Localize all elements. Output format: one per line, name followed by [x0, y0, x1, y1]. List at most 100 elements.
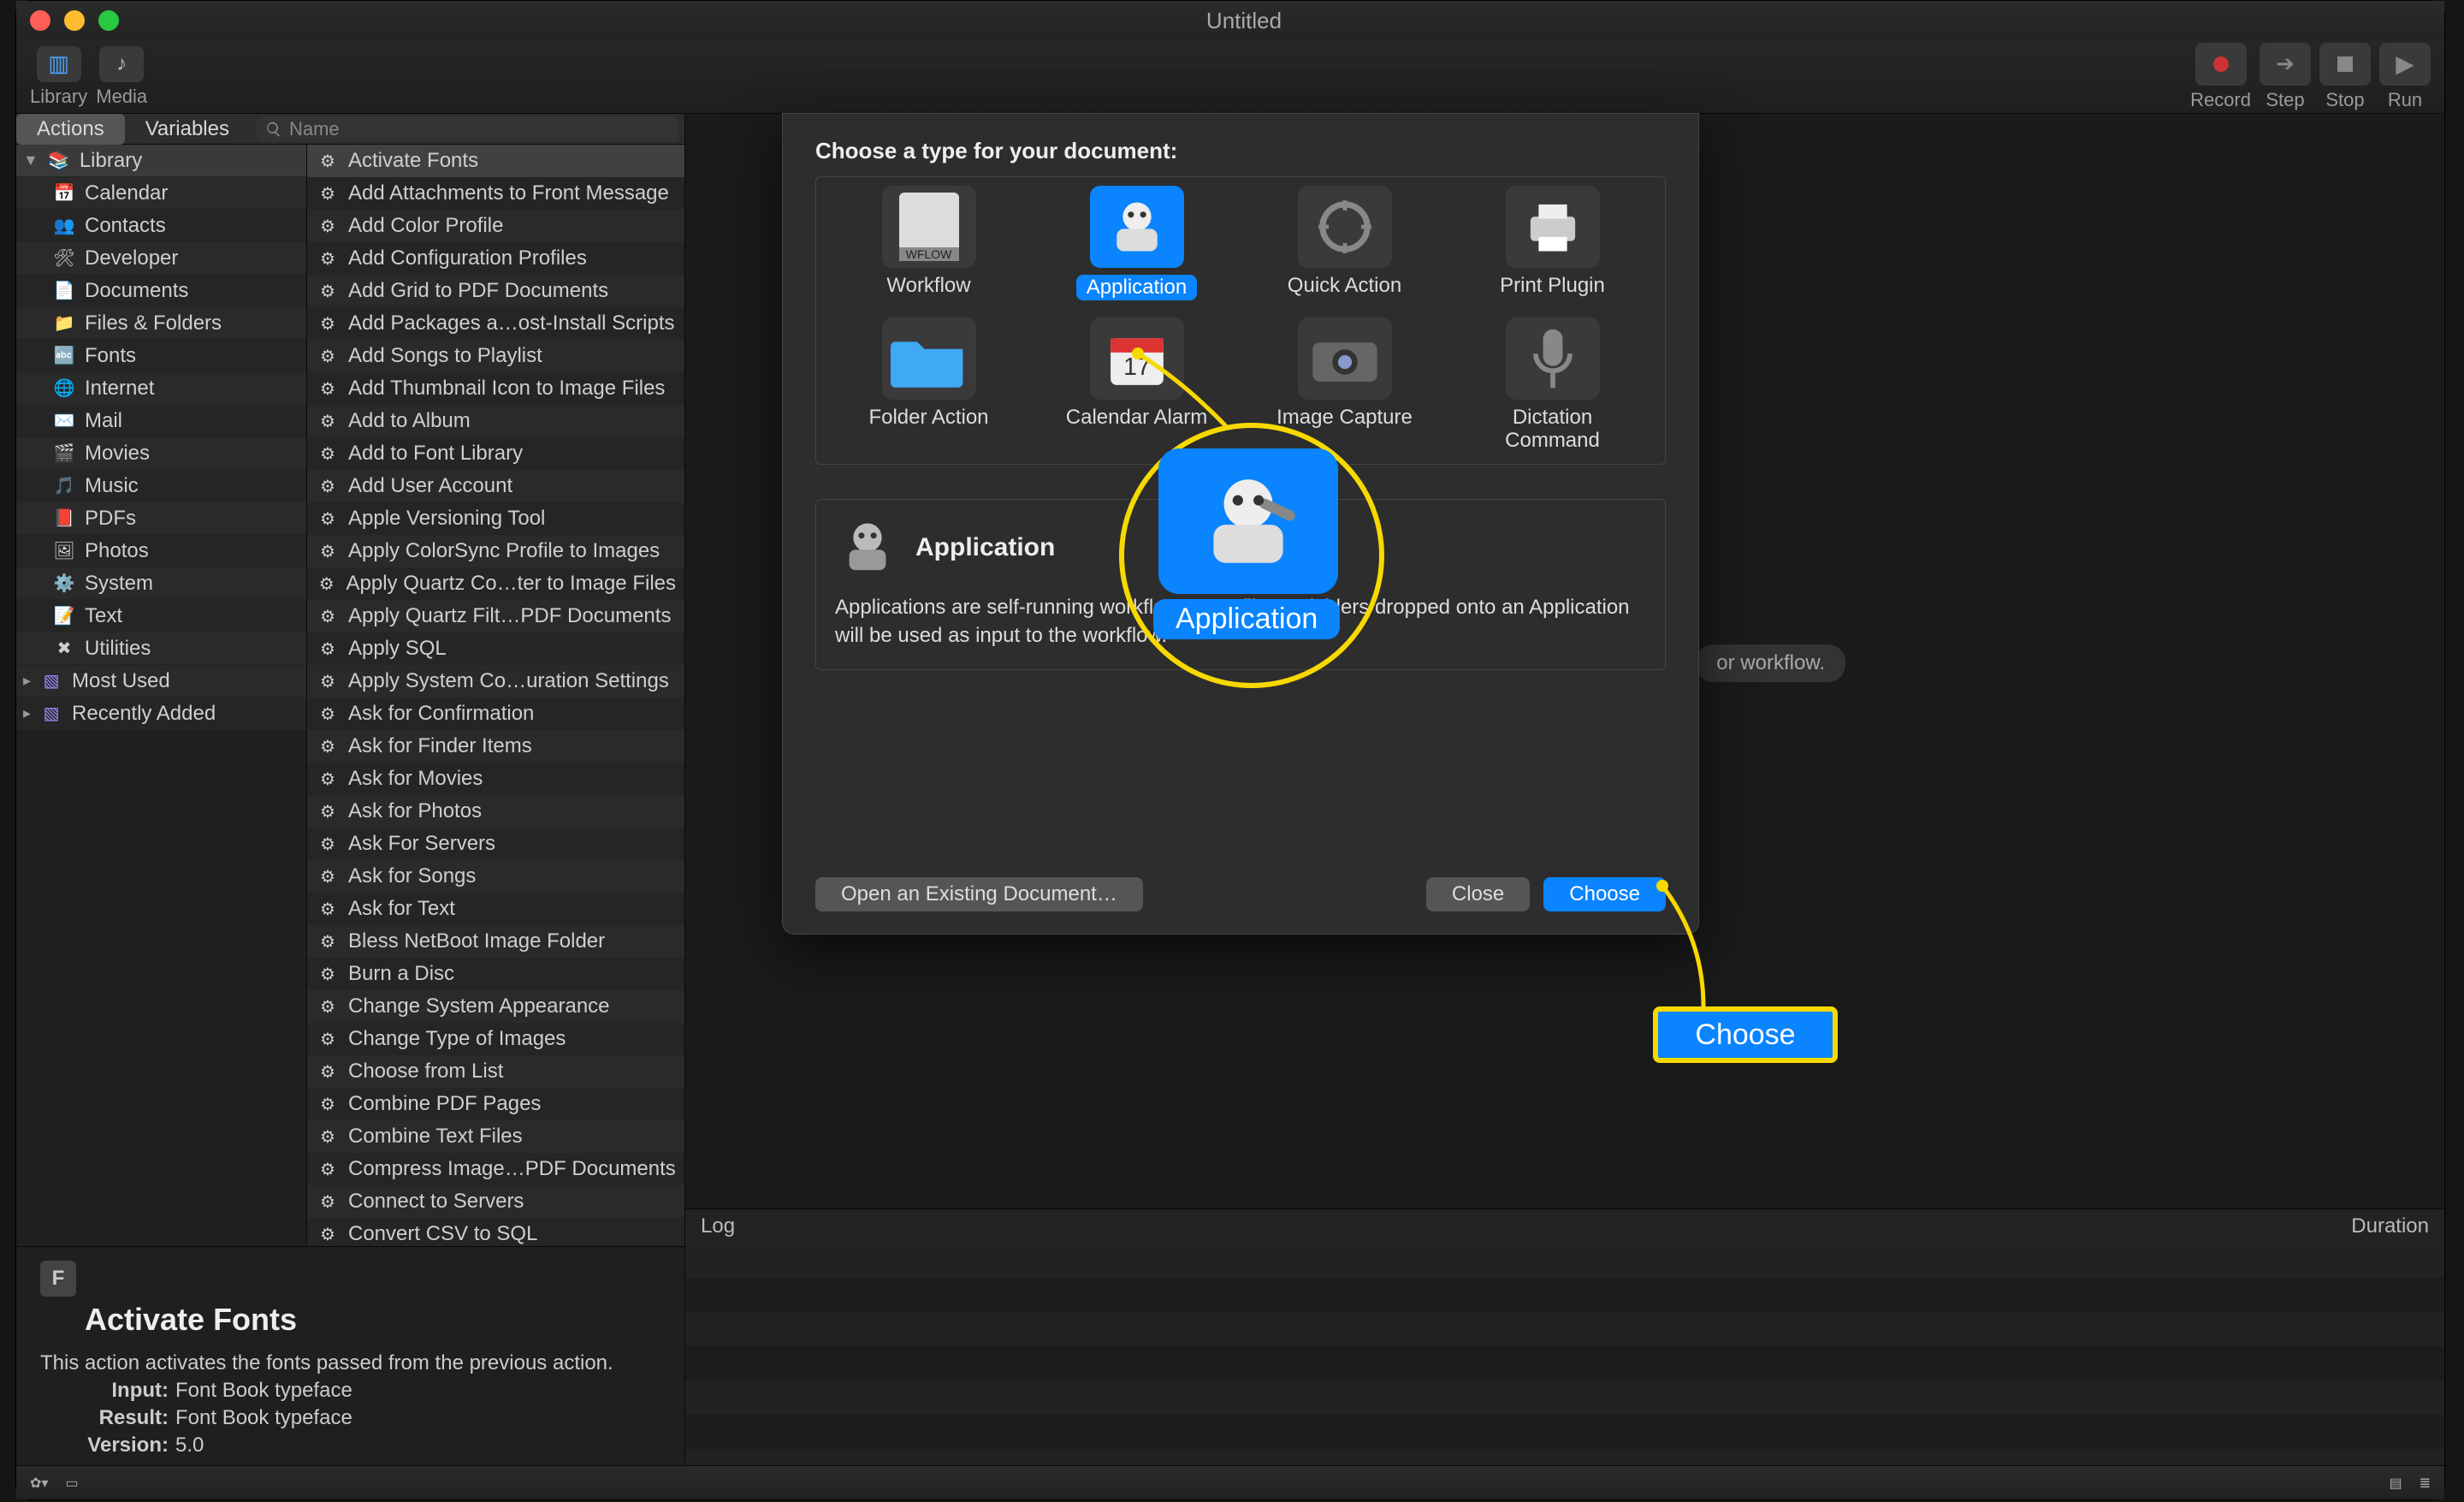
action-item[interactable]: ⚙Ask for Photos	[307, 795, 684, 828]
category-icon: ✖	[52, 638, 76, 659]
action-item[interactable]: ⚙Choose from List	[307, 1055, 684, 1088]
titlebar: Untitled	[16, 1, 2444, 40]
library-smart-item[interactable]: ▸▧Most Used	[16, 665, 306, 698]
action-icon: ⚙	[316, 736, 340, 757]
action-item[interactable]: ⚙Bless NetBoot Image Folder	[307, 925, 684, 958]
actions-list[interactable]: ⚙Activate Fonts⚙Add Attachments to Front…	[307, 145, 684, 1246]
minimize-window-button[interactable]	[64, 10, 85, 31]
doc-type-label: Dictation Command	[1505, 407, 1600, 452]
library-item[interactable]: ✖Utilities	[16, 632, 306, 665]
close-window-button[interactable]	[30, 10, 50, 31]
action-item[interactable]: ⚙Ask for Text	[307, 893, 684, 925]
action-item[interactable]: ⚙Add User Account	[307, 470, 684, 502]
library-item[interactable]: 📝Text	[16, 600, 306, 632]
library-item[interactable]: 📕PDFs	[16, 502, 306, 535]
library-item[interactable]: 🔤Fonts	[16, 340, 306, 372]
action-item[interactable]: ⚙Add Thumbnail Icon to Image Files	[307, 372, 684, 405]
library-item[interactable]: 📄Documents	[16, 275, 306, 307]
library-panel: Actions Variables Name ▼📚Library📅Calenda…	[16, 114, 685, 1465]
library-item[interactable]: 👥Contacts	[16, 210, 306, 242]
library-item[interactable]: 🎬Movies	[16, 437, 306, 470]
media-icon: ♪	[116, 52, 127, 76]
doc-type-dictation-command[interactable]: Dictation Command	[1448, 318, 1656, 452]
action-icon: ⚙	[316, 248, 340, 269]
action-icon: ⚙	[316, 606, 340, 626]
action-item[interactable]: ⚙Activate Fonts	[307, 145, 684, 177]
action-item[interactable]: ⚙Apply Quartz Co…ter to Image Files	[307, 567, 684, 600]
close-button[interactable]: Close	[1426, 877, 1530, 911]
category-icon: ✉️	[52, 411, 76, 431]
media-toggle[interactable]: ♪ Media	[96, 46, 147, 108]
action-item[interactable]: ⚙Ask for Confirmation	[307, 698, 684, 730]
doc-type-label: Calendar Alarm	[1066, 407, 1207, 429]
tab-variables[interactable]: Variables	[125, 114, 250, 145]
action-item[interactable]: ⚙Apply System Co…uration Settings	[307, 665, 684, 698]
action-item[interactable]: ⚙Ask for Songs	[307, 860, 684, 893]
doc-type-folder-action[interactable]: Folder Action	[825, 318, 1033, 452]
library-item[interactable]: 🛠Developer	[16, 242, 306, 275]
flow-icon[interactable]: ▭	[65, 1475, 78, 1492]
doc-type-print-plugin[interactable]: Print Plugin	[1448, 186, 1656, 300]
doc-type-image-capture[interactable]: Image Capture	[1241, 318, 1448, 452]
action-item[interactable]: ⚙Connect to Servers	[307, 1185, 684, 1218]
category-icon: 🖼	[52, 541, 76, 561]
library-item[interactable]: 🎵Music	[16, 470, 306, 502]
action-item[interactable]: ⚙Add Packages a…ost-Install Scripts	[307, 307, 684, 340]
action-item[interactable]: ⚙Add Configuration Profiles	[307, 242, 684, 275]
action-item[interactable]: ⚙Add Songs to Playlist	[307, 340, 684, 372]
action-item[interactable]: ⚙Add to Font Library	[307, 437, 684, 470]
doc-type-workflow[interactable]: WFLOWWorkflow	[825, 186, 1033, 300]
action-item[interactable]: ⚙Compress Image…PDF Documents	[307, 1153, 684, 1185]
zoom-window-button[interactable]	[98, 10, 119, 31]
step-button[interactable]: ➔ Step	[2260, 43, 2311, 111]
view-mode-a[interactable]: ▤	[2389, 1475, 2402, 1492]
step-icon: ➔	[2276, 50, 2295, 77]
action-item[interactable]: ⚙Change Type of Images	[307, 1023, 684, 1055]
doc-type-application[interactable]: Application	[1033, 186, 1241, 300]
action-item[interactable]: ⚙Add Color Profile	[307, 210, 684, 242]
smart-folder-icon: ▧	[39, 671, 63, 692]
library-item[interactable]: ⚙️System	[16, 567, 306, 600]
action-item[interactable]: ⚙Burn a Disc	[307, 958, 684, 990]
doc-type-quick-action[interactable]: Quick Action	[1241, 186, 1448, 300]
action-item[interactable]: ⚙Add Grid to PDF Documents	[307, 275, 684, 307]
toolbar: ▥ Library ♪ Media Record ➔ Step	[16, 40, 2444, 114]
action-icon: ⚙	[316, 1029, 340, 1049]
action-item[interactable]: ⚙Change System Appearance	[307, 990, 684, 1023]
action-item[interactable]: ⚙Combine PDF Pages	[307, 1088, 684, 1120]
run-button[interactable]: ▶ Run	[2379, 43, 2431, 111]
library-item[interactable]: 🌐Internet	[16, 372, 306, 405]
record-button[interactable]: Record	[2190, 43, 2251, 111]
category-icon: 🛠	[52, 248, 76, 269]
library-item[interactable]: ✉️Mail	[16, 405, 306, 437]
action-item[interactable]: ⚙Apply Quartz Filt…PDF Documents	[307, 600, 684, 632]
library-toggle[interactable]: ▥ Library	[30, 46, 87, 108]
action-item[interactable]: ⚙Add Attachments to Front Message	[307, 177, 684, 210]
library-smart-item[interactable]: ▸▧Recently Added	[16, 698, 306, 730]
action-item[interactable]: ⚙Add to Album	[307, 405, 684, 437]
tab-actions[interactable]: Actions	[16, 114, 125, 145]
doc-type-label: Quick Action	[1288, 275, 1401, 297]
search-input[interactable]: Name	[257, 116, 678, 142]
action-item[interactable]: ⚙Ask For Servers	[307, 828, 684, 860]
library-item[interactable]: 🖼Photos	[16, 535, 306, 567]
action-icon: ⚙	[316, 1094, 340, 1114]
library-item[interactable]: 📅Calendar	[16, 177, 306, 210]
stop-button[interactable]: Stop	[2319, 43, 2371, 111]
action-item[interactable]: ⚙Ask for Movies	[307, 763, 684, 795]
action-icon: ⚙	[316, 1126, 340, 1147]
action-item[interactable]: ⚙Combine Text Files	[307, 1120, 684, 1153]
choose-button[interactable]: Choose	[1543, 877, 1666, 911]
view-mode-b[interactable]: ≣	[2420, 1475, 2431, 1492]
action-item[interactable]: ⚙Apply ColorSync Profile to Images	[307, 535, 684, 567]
doc-type-calendar-alarm[interactable]: 17Calendar Alarm	[1033, 318, 1241, 452]
open-existing-button[interactable]: Open an Existing Document…	[815, 877, 1143, 911]
action-item[interactable]: ⚙Apple Versioning Tool	[307, 502, 684, 535]
gear-icon[interactable]: ✿▾	[30, 1475, 48, 1492]
action-item[interactable]: ⚙Apply SQL	[307, 632, 684, 665]
library-item[interactable]: 📁Files & Folders	[16, 307, 306, 340]
library-header[interactable]: ▼📚Library	[16, 145, 306, 177]
action-item[interactable]: ⚙Convert CSV to SQL	[307, 1218, 684, 1246]
library-categories[interactable]: ▼📚Library📅Calendar👥Contacts🛠Developer📄Do…	[16, 145, 307, 1246]
action-item[interactable]: ⚙Ask for Finder Items	[307, 730, 684, 763]
